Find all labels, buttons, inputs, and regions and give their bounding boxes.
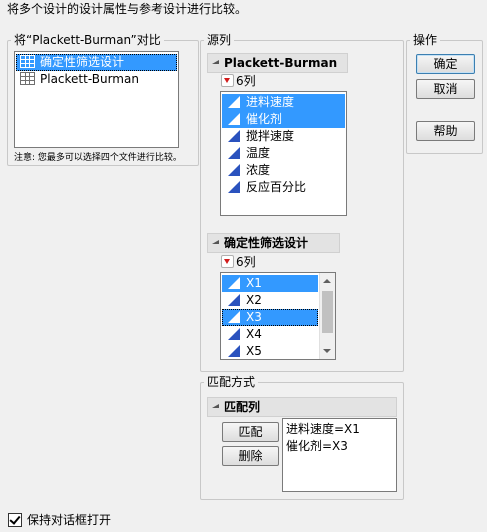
instruction-text: 将多个设计的设计属性与参考设计进行比较。 [7, 2, 248, 16]
help-button[interactable]: 帮助 [416, 121, 475, 141]
red-triangle-menu-icon[interactable] [221, 74, 234, 87]
column-label: 搅拌速度 [246, 129, 295, 143]
list-item-design-0[interactable]: 确定性筛选设计 [16, 54, 177, 71]
table2-header[interactable]: 确定性筛选设计 [207, 233, 340, 253]
list-item-design-1[interactable]: Plackett-Burman [16, 71, 177, 88]
keep-open-checkbox[interactable] [8, 513, 22, 527]
continuous-column-icon [228, 95, 240, 108]
matched-pairs-list[interactable]: 进料速度=X1 催化剂=X3 [282, 418, 397, 492]
column-label: 温度 [246, 146, 271, 160]
match-legend: 匹配方式 [204, 375, 259, 389]
actions-legend: 操作 [410, 33, 441, 47]
continuous-column-icon [228, 310, 240, 323]
match-columns-header[interactable]: 匹配列 [207, 397, 397, 417]
continuous-column-icon [228, 146, 240, 159]
column-item[interactable]: X5 [222, 343, 318, 357]
column-label: X4 [246, 327, 262, 341]
table2-count: 6列 [236, 255, 256, 269]
continuous-column-icon [228, 276, 240, 289]
disclosure-open-icon [212, 59, 219, 64]
column-item[interactable]: 搅拌速度 [222, 128, 345, 145]
data-table-icon [20, 55, 35, 68]
continuous-column-icon [228, 163, 240, 176]
column-item[interactable]: X4 [222, 326, 318, 343]
keep-open-label: 保持对话框打开 [27, 513, 112, 527]
list-item-label: Plackett-Burman [40, 72, 139, 86]
table1-title: Plackett-Burman [224, 56, 338, 70]
column-item[interactable]: 温度 [222, 145, 345, 162]
continuous-column-icon [228, 112, 240, 125]
cancel-button[interactable]: 取消 [416, 79, 475, 99]
table1-header[interactable]: Plackett-Burman [207, 53, 348, 73]
column-item[interactable]: 进料速度 [222, 94, 345, 111]
table2-title: 确定性筛选设计 [224, 236, 309, 250]
continuous-column-icon [228, 293, 240, 306]
compare-legend: 将“Plackett-Burman”对比 [11, 33, 164, 47]
list-item-label: 确定性筛选设计 [40, 55, 125, 69]
table1-count-menu[interactable]: 6列 [221, 74, 256, 88]
matched-pair-item[interactable]: 催化剂=X3 [286, 438, 395, 455]
continuous-column-icon [228, 327, 240, 340]
disclosure-open-icon [212, 403, 219, 408]
table1-column-list[interactable]: 进料速度 催化剂 搅拌速度 温度 浓度 反应百分比 [220, 91, 347, 216]
remove-button[interactable]: 删除 [222, 446, 279, 466]
column-item[interactable]: X1 [222, 275, 318, 292]
disclosure-open-icon [212, 239, 219, 244]
column-label: X1 [246, 276, 262, 290]
data-table-icon [20, 72, 35, 85]
red-triangle-menu-icon[interactable] [221, 255, 234, 268]
column-label: 反应百分比 [246, 180, 307, 194]
design-file-list[interactable]: 确定性筛选设计 Plackett-Burman [14, 51, 179, 148]
match-button[interactable]: 匹配 [222, 422, 279, 442]
column-label: 进料速度 [246, 95, 295, 109]
column-item[interactable]: X2 [222, 292, 318, 309]
ok-button[interactable]: 确定 [416, 54, 475, 74]
column-label: X2 [246, 293, 262, 307]
column-item[interactable]: 反应百分比 [222, 179, 345, 196]
source-columns-legend: 源列 [204, 33, 235, 47]
column-label: X5 [246, 344, 262, 357]
column-label: 浓度 [246, 163, 271, 177]
scroll-up-icon[interactable] [323, 279, 331, 283]
match-columns-title: 匹配列 [224, 400, 261, 414]
continuous-column-icon [228, 129, 240, 142]
table2-count-menu[interactable]: 6列 [221, 255, 256, 269]
column-label: X3 [246, 310, 262, 324]
column-item[interactable]: 浓度 [222, 162, 345, 179]
matched-pair-item[interactable]: 进料速度=X1 [286, 421, 395, 438]
continuous-column-icon [228, 344, 240, 357]
vertical-scrollbar[interactable] [319, 273, 335, 359]
compare-note: 注意: 您最多可以选择四个文件进行比较。 [14, 153, 182, 163]
column-item[interactable]: X3 [222, 309, 318, 326]
table2-column-list[interactable]: X1 X2 X3 X4 X5 [220, 272, 336, 360]
table1-count: 6列 [236, 74, 256, 88]
column-item[interactable]: 催化剂 [222, 111, 345, 128]
continuous-column-icon [228, 180, 240, 193]
column-label: 催化剂 [246, 112, 283, 126]
scroll-thumb[interactable] [322, 291, 333, 333]
scroll-down-icon[interactable] [323, 349, 331, 353]
